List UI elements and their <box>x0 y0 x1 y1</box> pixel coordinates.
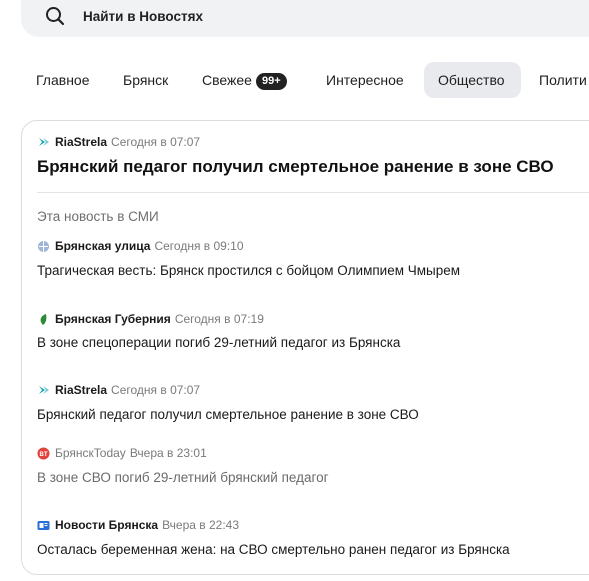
news-icon <box>37 519 50 532</box>
globe-icon <box>37 240 50 253</box>
divider <box>37 192 589 193</box>
source-name: Новости Брянска <box>55 518 159 532</box>
coverage-title[interactable]: Осталась беременная жена: на СВО смертел… <box>37 542 510 557</box>
source-name: Брянская Губерния <box>55 312 171 326</box>
source-time: Вчера в 23:01 <box>129 446 207 460</box>
source-name: RiaStrela <box>55 383 108 397</box>
story-headline[interactable]: Брянский педагог получил смертельное ран… <box>37 157 554 177</box>
svg-text:BT: BT <box>40 452 48 458</box>
coverage-title[interactable]: Трагическая весть: Брянск простился с бо… <box>37 263 460 278</box>
tab-main[interactable]: Главное <box>22 62 104 98</box>
source-name: БрянскToday <box>55 446 126 460</box>
source-time: Вчера в 22:43 <box>162 518 240 532</box>
coverage-source[interactable]: Новости Брянска Вчера в 22:43 <box>37 518 239 532</box>
bt-icon: BT <box>37 447 50 460</box>
coverage-source[interactable]: BT БрянскToday Вчера в 23:01 <box>37 446 207 460</box>
news-page: Найти в Новостях Главное Брянск Свежее 99… <box>0 0 589 581</box>
coverage-label: Эта новость в СМИ <box>37 209 159 224</box>
coverage-source[interactable]: Брянская улица Сегодня в 09:10 <box>37 239 244 253</box>
search-icon[interactable] <box>44 5 66 27</box>
leaf-icon <box>37 313 50 326</box>
story-source[interactable]: RiaStrela Сегодня в 07:07 <box>37 135 200 149</box>
source-name: Брянская улица <box>55 239 151 253</box>
source-time: Сегодня в 07:07 <box>111 135 201 149</box>
tab-fresh[interactable]: Свежее 99+ <box>188 62 301 98</box>
source-time: Сегодня в 07:19 <box>174 312 264 326</box>
tab-fresh-label: Свежее <box>202 72 252 88</box>
source-time: Сегодня в 07:07 <box>111 383 201 397</box>
coverage-title[interactable]: В зоне СВО погиб 29-летний брянский педа… <box>37 470 329 485</box>
tab-politics[interactable]: Полити <box>525 62 589 98</box>
arrow-icon <box>37 384 50 397</box>
search-input[interactable]: Найти в Новостях <box>83 9 203 24</box>
search-bar[interactable]: Найти в Новостях <box>21 0 589 37</box>
story-card: RiaStrela Сегодня в 07:07 Брянский педаг… <box>21 120 589 575</box>
coverage-title[interactable]: В зоне спецоперации погиб 29-летний педа… <box>37 335 400 350</box>
tab-interesting[interactable]: Интересное <box>312 62 418 98</box>
coverage-title[interactable]: Брянский педагог получил смертельное ран… <box>37 407 419 422</box>
coverage-source[interactable]: Брянская Губерния Сегодня в 07:19 <box>37 312 264 326</box>
coverage-source[interactable]: RiaStrela Сегодня в 07:07 <box>37 383 200 397</box>
tab-society[interactable]: Общество <box>424 62 521 98</box>
tab-bryansk[interactable]: Брянск <box>109 62 182 98</box>
count-badge: 99+ <box>255 73 287 90</box>
category-tabs: Главное Брянск Свежее 99+ Интересное Обще… <box>0 62 589 100</box>
source-time: Сегодня в 09:10 <box>154 239 244 253</box>
source-name: RiaStrela <box>55 135 108 149</box>
arrow-icon <box>37 136 50 149</box>
